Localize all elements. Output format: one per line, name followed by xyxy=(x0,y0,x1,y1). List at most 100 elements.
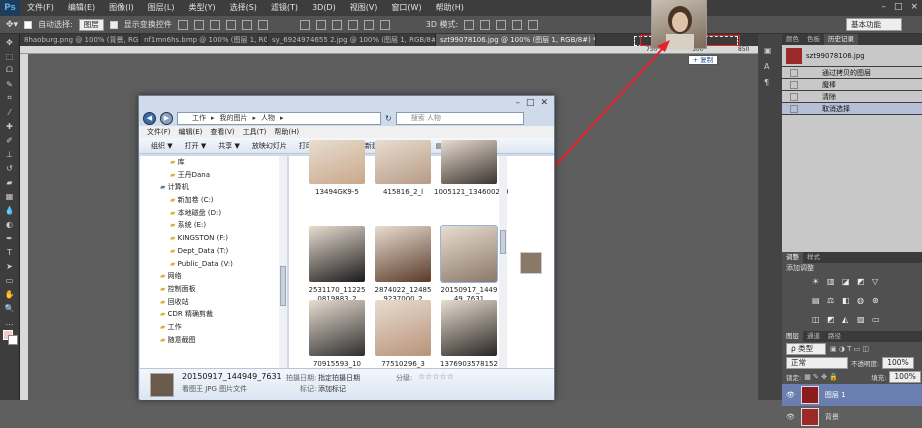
black-white-icon[interactable]: ◧ xyxy=(842,296,854,312)
history-step-icon xyxy=(790,68,798,77)
breadcrumb-item[interactable]: 人物 xyxy=(261,113,275,124)
rating-stars[interactable]: ☆☆☆☆☆ xyxy=(418,372,454,381)
nav-item[interactable]: ▰ 回收站 xyxy=(140,296,287,309)
file-thumbnail[interactable] xyxy=(375,226,431,282)
history-step[interactable]: 取消选择 xyxy=(782,103,922,115)
scrollbar-thumb[interactable] xyxy=(500,230,506,254)
explorer-menu-item[interactable]: 帮助(H) xyxy=(274,126,299,138)
nav-item[interactable]: ▰ 随意截图 xyxy=(140,334,287,347)
search-input[interactable]: 搜索 人物 xyxy=(395,111,524,125)
explorer-menu-item[interactable]: 编辑(E) xyxy=(179,126,203,138)
breadcrumb-item[interactable]: 我的图片 xyxy=(220,113,248,124)
nav-item[interactable]: ▰ 计算机 xyxy=(140,181,287,194)
invert-icon[interactable]: ◫ xyxy=(812,315,824,331)
file-thumbnail[interactable] xyxy=(441,140,497,184)
selective-color-icon[interactable]: ▨ xyxy=(857,315,869,331)
nav-item[interactable]: ▰ 工作 xyxy=(140,321,287,334)
file-name[interactable]: 1005121_13460026946_2 xyxy=(434,188,526,197)
history-snapshot[interactable]: szt99078106.jpg xyxy=(782,45,922,67)
history-panel-icon[interactable]: ▣ xyxy=(764,46,776,56)
file-thumbnail[interactable] xyxy=(309,226,365,282)
explorer-maximize-button[interactable]: □ xyxy=(526,96,535,110)
navigation-scrollbar[interactable] xyxy=(279,156,287,368)
layer-kind-filter[interactable]: ρ 类型 xyxy=(786,343,826,355)
explorer-menu-item[interactable]: 工具(T) xyxy=(243,126,267,138)
fill-input[interactable]: 100% xyxy=(889,371,921,383)
details-tags-value[interactable]: 添加标记 xyxy=(318,384,346,394)
brightness-icon[interactable]: ☀ xyxy=(812,277,824,293)
explorer-command[interactable]: 组织 ▼ xyxy=(151,138,173,153)
file-thumbnail[interactable] xyxy=(375,140,431,184)
back-icon[interactable]: ◀ xyxy=(143,111,156,125)
history-step[interactable]: 清除 xyxy=(782,91,922,103)
nav-item[interactable]: ▰ 控制面板 xyxy=(140,283,287,296)
layer-row[interactable]: 👁 图层 1 xyxy=(782,384,922,406)
levels-icon[interactable]: ▥ xyxy=(827,277,839,293)
nav-item[interactable]: ▰ CDR 精确剪裁 xyxy=(140,308,287,321)
file-thumbnail[interactable] xyxy=(309,140,365,184)
tab-layers[interactable]: 图层 xyxy=(782,331,803,342)
hue-saturation-icon[interactable]: ▤ xyxy=(812,296,824,312)
nav-item[interactable]: ▰ 本地磁盘 (D:) xyxy=(140,207,287,220)
tab-color[interactable]: 颜色 xyxy=(782,34,803,45)
file-name[interactable]: 13494GK9-5 xyxy=(302,188,372,197)
history-step[interactable]: 通过拷贝的图层 xyxy=(782,67,922,79)
channel-mixer-icon[interactable]: ⊛ xyxy=(872,296,884,312)
tab-swatches[interactable]: 色板 xyxy=(803,34,824,45)
nav-item[interactable]: ▰ 王丹Dana xyxy=(140,169,287,182)
tab-history[interactable]: 历史记录 xyxy=(824,34,858,45)
nav-item[interactable]: ▰ 库 xyxy=(140,156,287,169)
explorer-command[interactable]: 打开 ▼ xyxy=(185,138,207,153)
details-date-value[interactable]: 指定拍摄日期 xyxy=(318,373,360,383)
layer-name[interactable]: 背景 xyxy=(825,412,839,422)
nav-item[interactable]: ▰ 新加卷 (C:) xyxy=(140,194,287,207)
nav-item[interactable]: ▰ 系统 (E:) xyxy=(140,219,287,232)
opacity-input[interactable]: 100% xyxy=(882,357,914,369)
explorer-close-button[interactable]: ✕ xyxy=(540,96,548,110)
explorer-command[interactable]: 放映幻灯片 xyxy=(252,138,287,153)
nav-item-label: 随意截图 xyxy=(167,335,196,344)
nav-item[interactable]: ▰ Public_Data (V:) xyxy=(140,258,287,271)
exposure-icon[interactable]: ◩ xyxy=(857,277,869,293)
color-balance-icon[interactable]: ⚖ xyxy=(827,296,839,312)
nav-item-label: KINGSTON (F:) xyxy=(177,234,228,243)
photo-filter-icon[interactable]: ◍ xyxy=(857,296,869,312)
tab-adjustments[interactable]: 调整 xyxy=(782,252,803,263)
filelist-scrollbar[interactable] xyxy=(499,156,507,368)
blend-mode-dropdown[interactable]: 正常 xyxy=(786,357,848,369)
paragraph-panel-icon[interactable]: ¶ xyxy=(764,78,776,88)
history-step[interactable]: 魔棒 xyxy=(782,79,922,91)
address-bar[interactable]: 工作 ▸ 我的图片 ▸ 人物 ▸ xyxy=(177,111,381,125)
lock-icons[interactable]: ▦ ✎ ✥ 🔒 xyxy=(804,373,868,381)
file-thumbnail[interactable] xyxy=(440,225,498,283)
forward-icon[interactable]: ▶ xyxy=(160,111,173,125)
file-name[interactable]: 415816_2_l xyxy=(368,188,438,197)
nav-item[interactable]: ▰ Dept_Data (T:) xyxy=(140,245,287,258)
eye-icon[interactable]: 👁 xyxy=(786,413,795,421)
scrollbar-thumb[interactable] xyxy=(280,266,286,306)
tab-channels[interactable]: 通道 xyxy=(803,331,824,342)
filter-icons[interactable]: ▣ ◑ T ▭ ◫ xyxy=(830,345,869,353)
vibrance-icon[interactable]: ▽ xyxy=(872,277,884,293)
refresh-icon[interactable]: ↻ xyxy=(385,114,392,123)
explorer-menu-item[interactable]: 文件(F) xyxy=(147,126,171,138)
curves-icon[interactable]: ◪ xyxy=(842,277,854,293)
explorer-command[interactable]: 共享 ▼ xyxy=(218,138,240,153)
tab-styles[interactable]: 样式 xyxy=(803,252,824,263)
nav-item[interactable]: ▰ 网络 xyxy=(140,270,287,283)
breadcrumb-item[interactable]: 工作 xyxy=(192,113,206,124)
eye-icon[interactable]: 👁 xyxy=(786,391,795,399)
layer-row[interactable]: 👁 背景 xyxy=(782,406,922,428)
file-thumbnail[interactable] xyxy=(441,300,497,356)
file-thumbnail[interactable] xyxy=(375,300,431,356)
layer-name[interactable]: 图层 1 xyxy=(825,390,846,400)
threshold-icon[interactable]: ◭ xyxy=(842,315,854,331)
actions-panel-icon[interactable]: A xyxy=(764,62,776,72)
tab-paths[interactable]: 路径 xyxy=(824,331,845,342)
explorer-minimize-button[interactable]: – xyxy=(515,96,520,110)
posterize-icon[interactable]: ◩ xyxy=(827,315,839,331)
gradient-map-icon[interactable]: ▭ xyxy=(872,315,884,331)
explorer-menu-item[interactable]: 查看(V) xyxy=(210,126,234,138)
nav-item[interactable]: ▰ KINGSTON (F:) xyxy=(140,232,287,245)
file-thumbnail[interactable] xyxy=(309,300,365,356)
